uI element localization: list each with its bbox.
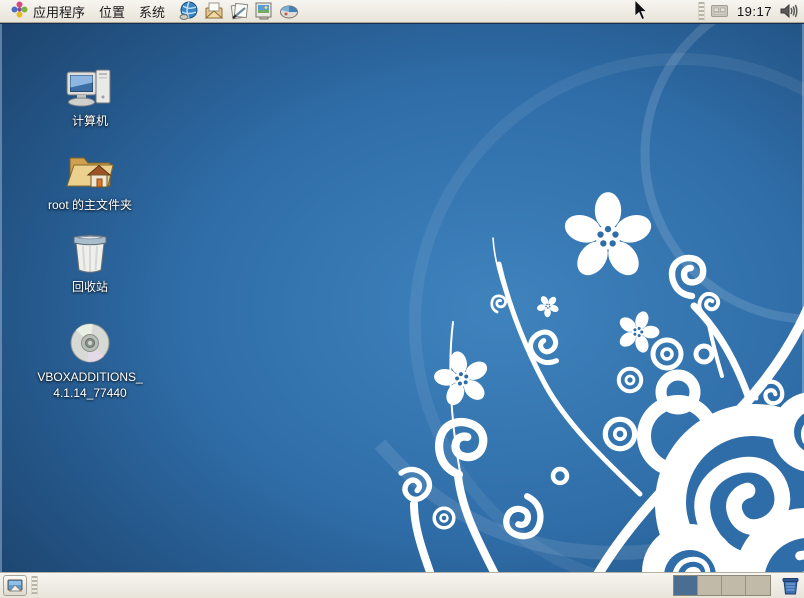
desktop-icon-label: 计算机 [70,113,110,129]
panel-drag-grip[interactable] [31,576,38,595]
panel-launchers [178,1,300,22]
desktop-area[interactable]: 计算机 root 的主文件夹 回收站 [0,24,804,572]
menu-applications[interactable]: 应用程序 [4,1,92,22]
system-monitor-launcher[interactable] [278,1,300,22]
mouse-cursor [634,0,650,27]
web-browser-launcher[interactable] [178,1,200,22]
menu-applications-label: 应用程序 [33,2,85,21]
menu-system[interactable]: 系统 [132,1,172,22]
panel-drag-grip[interactable] [698,2,705,21]
show-desktop-button[interactable] [3,575,27,596]
photo-window-icon [254,1,274,21]
menu-places[interactable]: 位置 [92,1,132,22]
desktop-icon-home-folder[interactable]: root 的主文件夹 [30,150,150,213]
computer-icon [65,68,115,110]
cd-disc-icon [66,322,114,366]
trash-applet[interactable] [779,576,801,596]
panel-clock[interactable]: 19:17 [731,4,778,19]
desktop-icon-trash[interactable]: 回收站 [30,232,150,295]
speaker-icon [780,3,799,19]
workspace-1[interactable] [674,576,698,595]
envelope-icon [204,1,224,21]
menu-system-label: 系统 [139,2,165,21]
workspace-2[interactable] [698,576,722,595]
documents-pen-icon [229,1,249,21]
distro-logo-icon [11,1,28,21]
keyboard-indicator[interactable] [709,1,731,21]
desktop-icon-computer[interactable]: 计算机 [30,68,150,129]
text-editor-launcher[interactable] [228,1,250,22]
top-panel: 应用程序 位置 系统 [0,0,804,23]
desktop-icon-label: root 的主文件夹 [46,197,134,213]
trash-can-icon [67,232,113,276]
email-client-launcher[interactable] [203,1,225,22]
trash-applet-icon [781,576,800,596]
menu-places-label: 位置 [99,2,125,21]
show-desktop-icon [7,579,23,593]
workspace-4[interactable] [746,576,770,595]
pie-chart-icon [279,1,299,21]
workspace-switcher [673,575,771,596]
workspace-3[interactable] [722,576,746,595]
home-folder-icon [64,150,116,194]
desktop-icon-label: VBOXADDITIONS_4.1.14_77440 [31,369,149,401]
image-viewer-launcher[interactable] [253,1,275,22]
keyboard-icon [711,5,728,17]
volume-control[interactable] [778,1,800,21]
globe-icon [179,1,199,21]
desktop-icon-cdrom[interactable]: VBOXADDITIONS_4.1.14_77440 [20,322,160,401]
bottom-panel [0,572,804,598]
desktop-icon-label: 回收站 [70,279,110,295]
